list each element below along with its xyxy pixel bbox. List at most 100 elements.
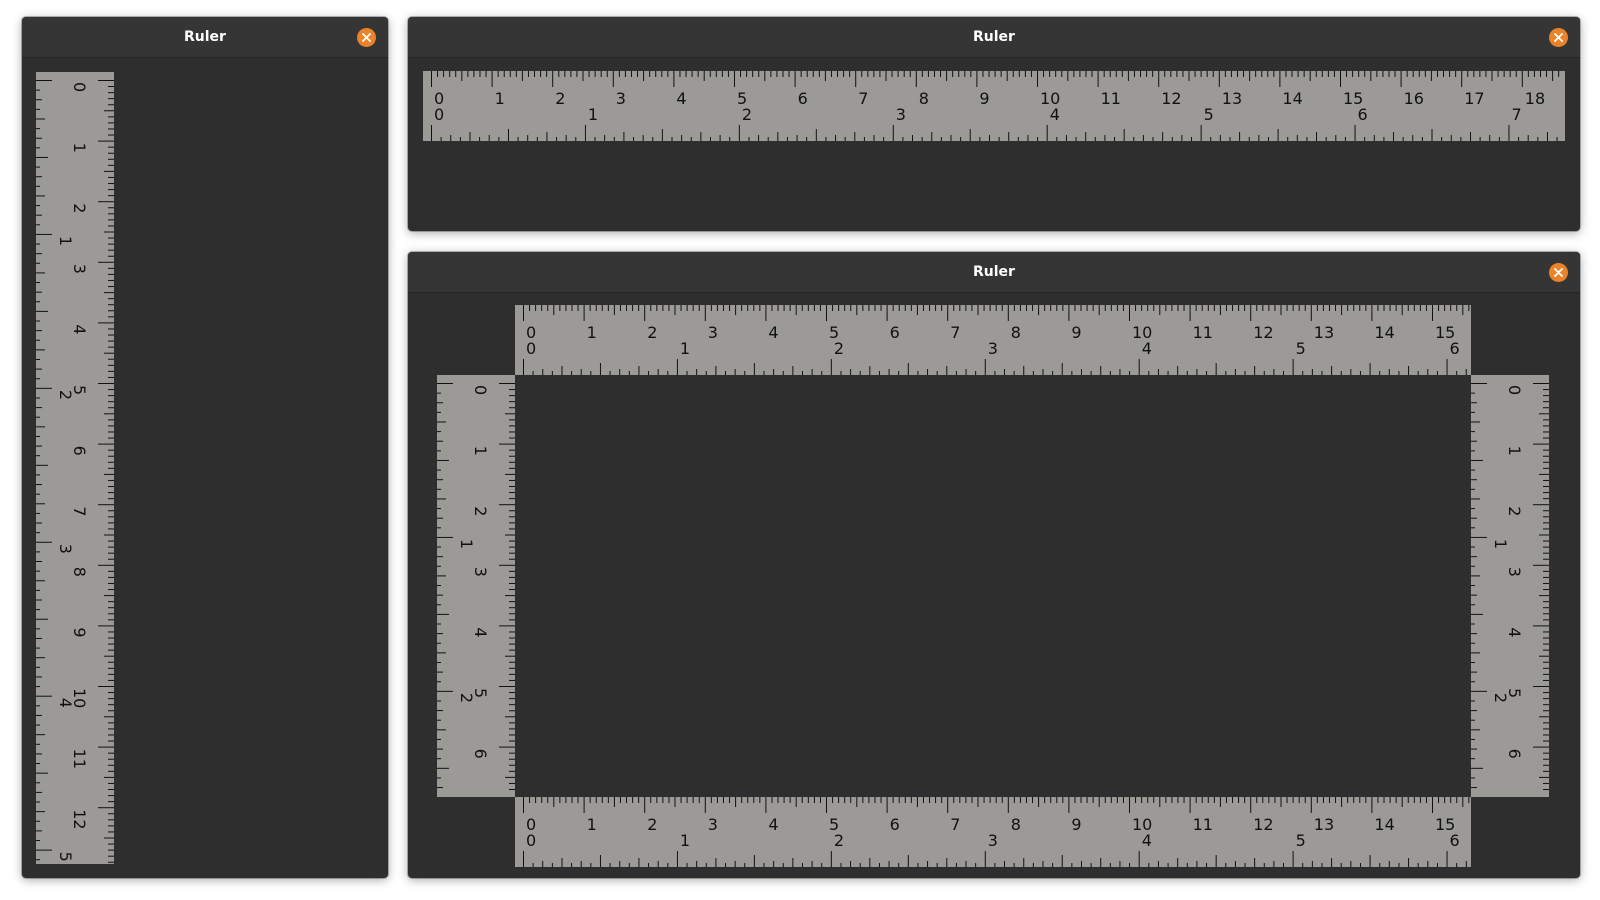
cm-label: 8 (1011, 323, 1021, 342)
cm-label: 4 (70, 324, 89, 334)
cm-label: 14 (1374, 323, 1394, 342)
inch-label: 5 (1204, 105, 1214, 124)
title-bar[interactable]: Ruler (22, 17, 388, 58)
ruler-window-vertical: Ruler 01234567891011121312345 (22, 17, 388, 878)
inch-label: 1 (457, 539, 476, 549)
window-title: Ruler (184, 29, 226, 45)
inch-label: 0 (526, 339, 536, 358)
close-button[interactable] (1549, 28, 1568, 47)
ruler-body (36, 72, 114, 864)
cm-label: 4 (768, 815, 778, 834)
cm-label: 4 (676, 89, 686, 108)
cm-label: 8 (70, 567, 89, 577)
inch-label: 2 (56, 390, 75, 400)
title-bar[interactable]: Ruler (408, 17, 1580, 58)
inch-label: 2 (1491, 693, 1510, 703)
cm-label: 1 (1505, 446, 1524, 456)
inch-label: 3 (988, 339, 998, 358)
cm-label: 7 (70, 506, 89, 516)
cm-label: 6 (70, 446, 89, 456)
ruler-window-horizontal: Ruler 0 1 2 3 4 5 6 7 8 9 10 11 12 13 14 15 16 17 18 0 1 2 3 4 5… (408, 17, 1580, 231)
inch-label: 1 (680, 339, 690, 358)
cm-label: 6 (798, 89, 808, 108)
cm-label: 14 (1282, 89, 1302, 108)
cm-label: 2 (555, 89, 565, 108)
inch-label: 5 (56, 852, 75, 862)
title-bar[interactable]: Ruler (408, 252, 1580, 293)
vertical-ruler[interactable]: 01234567891011121312345 (36, 72, 114, 864)
cm-label: 1 (587, 323, 597, 342)
right-ruler[interactable]: 0123456712 (1471, 375, 1549, 797)
cm-label: 12 (1253, 815, 1273, 834)
ruler-body (1471, 375, 1549, 797)
cm-label: 8 (919, 89, 929, 108)
cm-label: 11 (1101, 89, 1121, 108)
inch-label: 1 (1491, 539, 1510, 549)
inch-label: 1 (588, 105, 598, 124)
window-title: Ruler (973, 264, 1015, 280)
inch-label: 5 (1296, 831, 1306, 850)
cm-label: 2 (647, 323, 657, 342)
cm-label: 6 (471, 749, 490, 759)
inch-label: 3 (896, 105, 906, 124)
ruler-window-frame: Ruler 0 1 2 3 4 5 6 7 8 9 10 11 12 13 14 15 0 1 2 3 4 5 6 0123… (408, 252, 1580, 878)
cm-label: 11 (1193, 815, 1213, 834)
cm-label: 7 (858, 89, 868, 108)
cm-label: 4 (471, 627, 490, 637)
inch-label: 4 (1050, 105, 1060, 124)
cm-label: 3 (708, 815, 718, 834)
horizontal-ruler[interactable]: 0 1 2 3 4 5 6 7 8 9 10 11 12 13 14 15 16 17 180 1 2 3 4 5 6 7 (423, 71, 1565, 141)
close-icon (1554, 33, 1563, 42)
cm-label: 9 (1071, 323, 1081, 342)
cm-label: 0 (70, 82, 89, 92)
inch-label: 1 (680, 831, 690, 850)
cm-label: 9 (70, 627, 89, 637)
close-button[interactable] (1549, 263, 1568, 282)
cm-label: 11 (70, 749, 89, 769)
cm-label: 12 (1253, 323, 1273, 342)
cm-label: 17 (1464, 89, 1484, 108)
cm-label: 14 (1374, 815, 1394, 834)
inch-label: 7 (1511, 105, 1521, 124)
cm-label: 11 (1193, 323, 1213, 342)
inch-label: 0 (434, 105, 444, 124)
cm-label: 18 (1525, 89, 1545, 108)
cm-label: 4 (1505, 627, 1524, 637)
cm-label: 6 (1505, 749, 1524, 759)
cm-label: 3 (616, 89, 626, 108)
inch-label: 0 (526, 831, 536, 850)
close-button[interactable] (357, 28, 376, 47)
cm-label: 6 (890, 323, 900, 342)
inch-label: 4 (1142, 339, 1152, 358)
window-title: Ruler (973, 29, 1015, 45)
cm-label: 7 (950, 323, 960, 342)
cm-label: 13 (1314, 323, 1334, 342)
top-ruler[interactable]: 0 1 2 3 4 5 6 7 8 9 10 11 12 13 14 150 1 2 3 4 5 6 (515, 305, 1471, 375)
cm-label: 8 (1011, 815, 1021, 834)
cm-label: 3 (708, 323, 718, 342)
inch-label: 1 (56, 236, 75, 246)
cm-label: 3 (471, 567, 490, 577)
left-ruler[interactable]: 0123456712 (437, 375, 515, 797)
cm-label: 9 (1071, 815, 1081, 834)
cm-label: 2 (647, 815, 657, 834)
cm-label: 1 (70, 143, 89, 153)
cm-label: 12 (1161, 89, 1181, 108)
inch-label: 2 (834, 831, 844, 850)
inch-label: 5 (1296, 339, 1306, 358)
inch-label: 6 (1358, 105, 1368, 124)
cm-label: 2 (1505, 506, 1524, 516)
bottom-ruler[interactable]: 0 1 2 3 4 5 6 7 8 9 10 11 12 13 14 150 1 2 3 4 5 6 (515, 797, 1471, 867)
close-icon (1554, 268, 1563, 277)
cm-label: 12 (70, 809, 89, 829)
cm-label: 9 (979, 89, 989, 108)
cm-label: 16 (1404, 89, 1424, 108)
cm-label: 1 (587, 815, 597, 834)
cm-label: 1 (495, 89, 505, 108)
cm-label: 0 (1505, 385, 1524, 395)
inch-label: 4 (56, 698, 75, 708)
inch-label: 2 (457, 693, 476, 703)
cm-label: 7 (950, 815, 960, 834)
inch-label: 2 (834, 339, 844, 358)
inch-label: 3 (56, 544, 75, 554)
